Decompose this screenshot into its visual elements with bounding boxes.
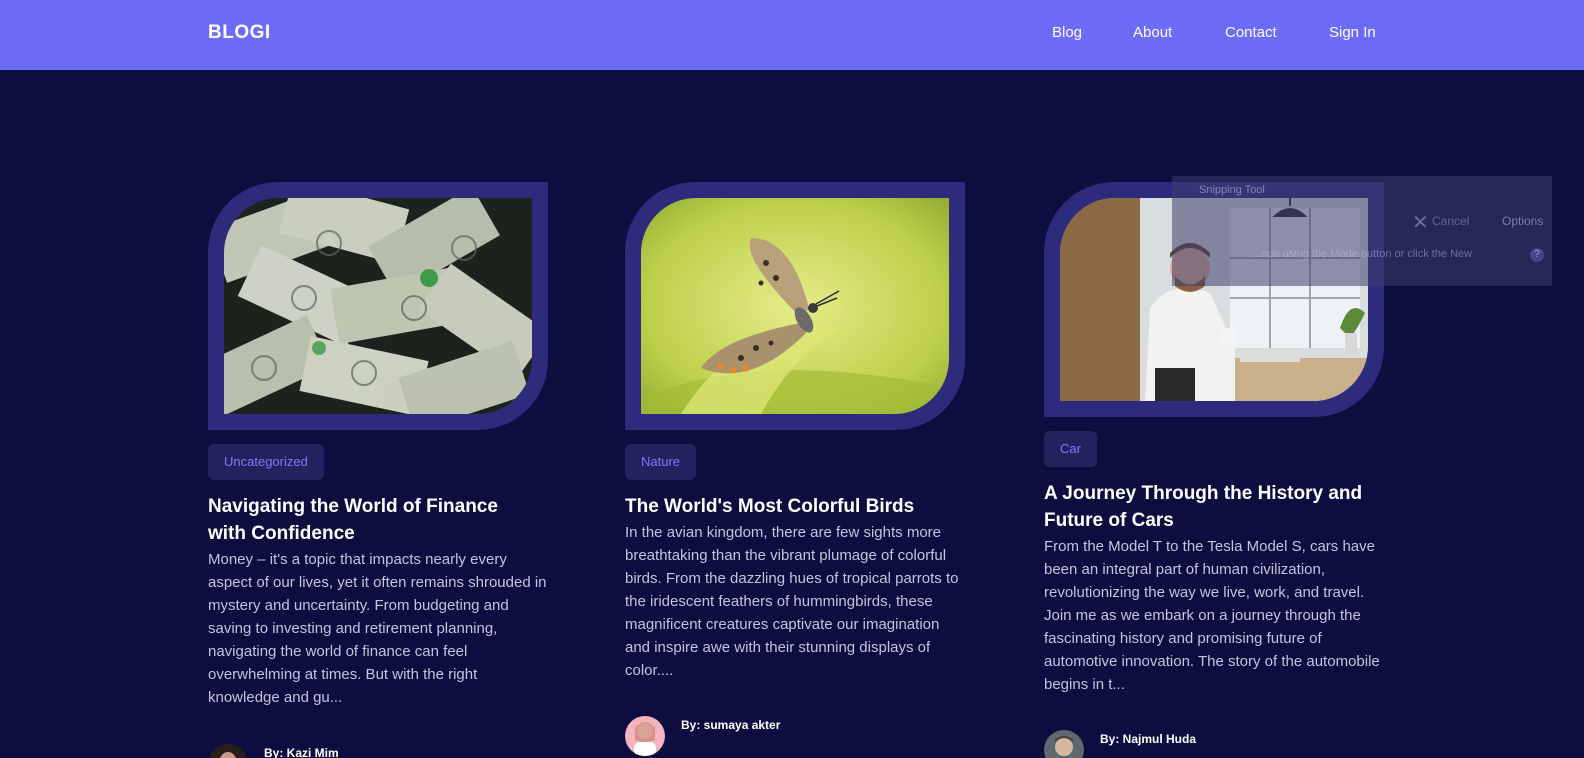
post-card[interactable]: Nature The World's Most Colorful Birds I… (625, 182, 965, 758)
author-avatar (208, 744, 248, 758)
post-title[interactable]: A Journey Through the History and Future… (1044, 480, 1374, 534)
post-image-frame (208, 182, 548, 430)
snipping-cancel-button[interactable]: Cancel (1432, 214, 1469, 228)
author-avatar (1044, 730, 1084, 758)
post-card[interactable]: Uncategorized Navigating the World of Fi… (208, 182, 548, 758)
author-name[interactable]: By: Najmul Huda (1100, 732, 1196, 746)
post-title[interactable]: Navigating the World of Finance with Con… (208, 493, 538, 547)
site-logo[interactable]: BLOGI (208, 22, 271, 44)
snipping-options-button[interactable]: Options (1502, 214, 1543, 228)
post-title[interactable]: The World's Most Colorful Birds (625, 493, 955, 520)
post-image-money[interactable] (224, 198, 532, 414)
top-navbar: BLOGI Blog About Contact Sign In (0, 0, 1584, 70)
post-excerpt: In the avian kingdom, there are few sigh… (625, 524, 959, 679)
help-icon[interactable]: ? (1530, 248, 1544, 262)
post-image-butterfly[interactable] (641, 198, 949, 414)
snipping-tool-title: Snipping Tool (1199, 184, 1265, 196)
category-badge[interactable]: Car (1044, 431, 1097, 467)
nav-link-sign-in[interactable]: Sign In (1329, 24, 1376, 41)
author-name[interactable]: By: sumaya akter (681, 718, 780, 732)
post-excerpt: Money – it's a topic that impacts nearly… (208, 551, 547, 706)
category-badge[interactable]: Uncategorized (208, 444, 324, 480)
nav-link-contact[interactable]: Contact (1225, 24, 1277, 41)
close-icon[interactable]: ✕ (1412, 210, 1429, 235)
nav-link-blog[interactable]: Blog (1052, 24, 1082, 41)
snipping-tool-overlay: Snipping Tool ✕ Cancel Options ...ode us… (1172, 176, 1552, 286)
author-avatar (625, 716, 665, 756)
nav-link-about[interactable]: About (1133, 24, 1172, 41)
author-name[interactable]: By: Kazi Mim (264, 746, 339, 758)
post-excerpt: From the Model T to the Tesla Model S, c… (1044, 538, 1380, 693)
category-badge[interactable]: Nature (625, 444, 697, 480)
post-image-frame (625, 182, 965, 430)
snipping-hint-text: ...ode using the Mode button or click th… (1252, 248, 1473, 260)
